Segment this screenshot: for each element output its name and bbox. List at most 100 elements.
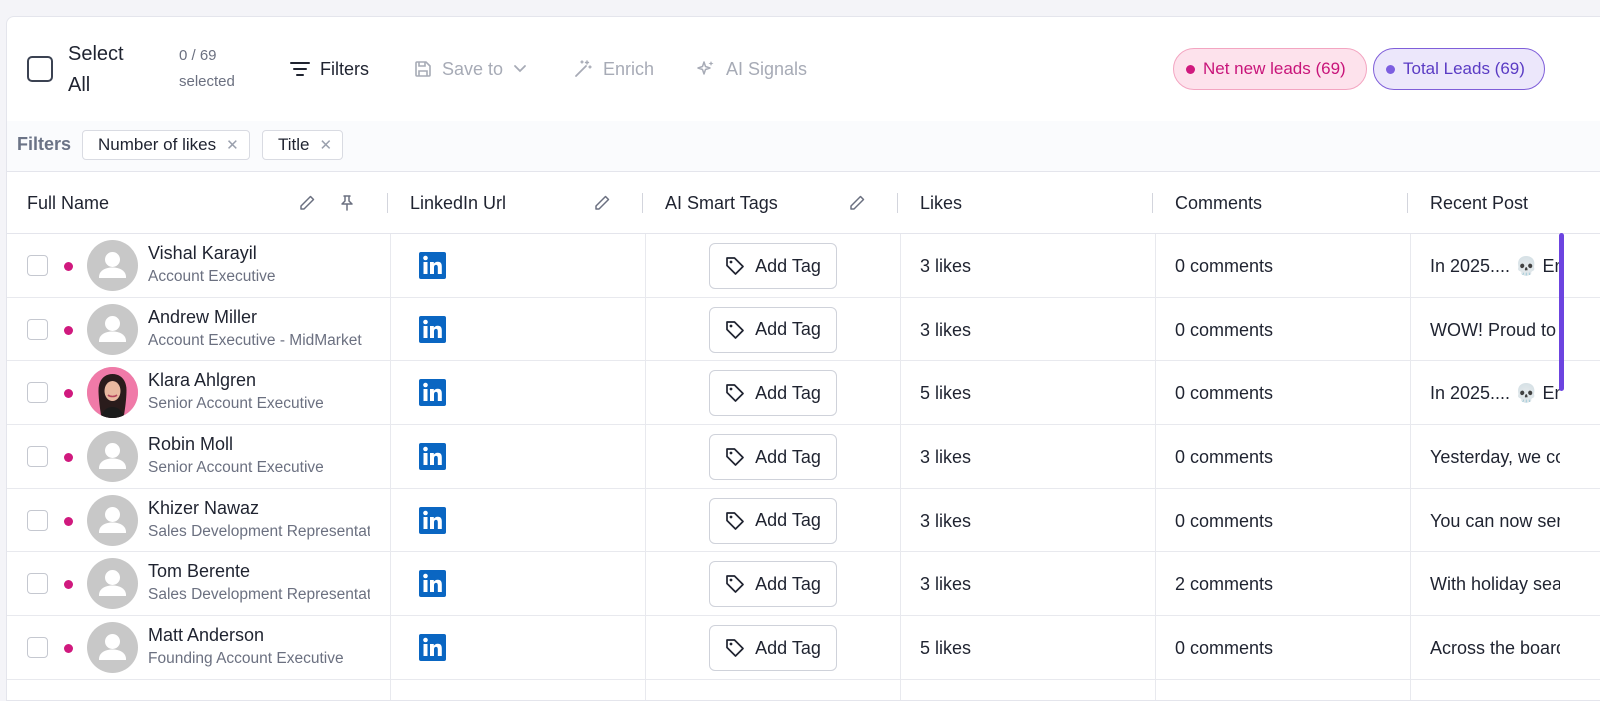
vertical-scrollbar[interactable] bbox=[1559, 233, 1564, 391]
add-tag-button[interactable]: Add Tag bbox=[709, 243, 837, 289]
pencil-icon[interactable] bbox=[298, 194, 316, 212]
table-row[interactable]: Vishal Karayil Account Executive Add Tag… bbox=[7, 234, 1600, 298]
add-tag-button[interactable]: Add Tag bbox=[709, 306, 837, 353]
avatar bbox=[87, 622, 138, 674]
linkedin-icon[interactable] bbox=[419, 634, 446, 662]
tag-icon bbox=[726, 511, 744, 530]
table-row[interactable]: Robin Moll Senior Account Executive Add … bbox=[7, 425, 1600, 489]
enrich-button[interactable]: Enrich bbox=[573, 55, 654, 83]
add-tag-button[interactable]: Add Tag bbox=[709, 370, 837, 417]
row-checkbox[interactable] bbox=[27, 573, 48, 595]
column-header-ai-smart-tags[interactable]: AI Smart Tags bbox=[665, 172, 778, 234]
net-new-indicator-dot bbox=[64, 262, 73, 271]
lead-name[interactable]: Robin Moll bbox=[148, 433, 233, 455]
recent-post-cell[interactable]: WOW! Proud to bbox=[1430, 318, 1560, 342]
column-separator[interactable] bbox=[1152, 193, 1153, 213]
filter-chip-title[interactable]: Title ✕ bbox=[262, 130, 344, 160]
avatar bbox=[87, 431, 138, 483]
add-tag-button[interactable]: Add Tag bbox=[709, 497, 837, 544]
lead-name[interactable]: Vishal Karayil bbox=[148, 242, 257, 264]
sparkles-icon bbox=[697, 61, 714, 75]
likes-cell: 3 likes bbox=[920, 447, 972, 468]
column-header-likes[interactable]: Likes bbox=[920, 172, 962, 234]
table-row[interactable]: Andrew Miller Account Executive - MidMar… bbox=[7, 298, 1600, 362]
select-all-checkbox[interactable] bbox=[27, 56, 53, 82]
linkedin-icon[interactable] bbox=[419, 252, 446, 279]
person-placeholder-icon bbox=[99, 634, 126, 661]
filters-button[interactable]: Filters bbox=[290, 55, 369, 83]
recent-post-cell[interactable]: In 2025.... 💀 Em bbox=[1430, 381, 1560, 405]
recent-post-cell[interactable]: Yesterday, we co bbox=[1430, 445, 1560, 469]
net-new-indicator-dot bbox=[64, 644, 73, 654]
avatar bbox=[87, 494, 138, 546]
column-separator[interactable] bbox=[897, 193, 898, 213]
column-separator[interactable] bbox=[642, 193, 643, 213]
filters-button-label: Filters bbox=[320, 59, 369, 79]
ai-signals-button[interactable]: AI Signals bbox=[696, 55, 807, 83]
column-separator[interactable] bbox=[1407, 193, 1408, 213]
lead-name[interactable]: Klara Ahlgren bbox=[148, 369, 256, 391]
add-tag-button[interactable]: Add Tag bbox=[709, 561, 837, 608]
row-checkbox[interactable] bbox=[27, 382, 48, 404]
pencil-icon[interactable] bbox=[593, 194, 611, 212]
lead-title: Sales Development Representative bbox=[148, 586, 370, 604]
row-checkbox[interactable] bbox=[27, 509, 48, 531]
total-leads-dot bbox=[1386, 64, 1395, 74]
table-row[interactable]: Tom Berente Sales Development Representa… bbox=[7, 552, 1600, 617]
lead-title: Account Executive - MidMarket bbox=[148, 331, 362, 349]
filter-chip-number-of-likes[interactable]: Number of likes ✕ bbox=[82, 130, 250, 160]
column-header-linkedin-url[interactable]: LinkedIn Url bbox=[410, 172, 506, 234]
recent-post-cell[interactable]: In 2025.... 💀 Em bbox=[1430, 254, 1560, 278]
recent-post-cell[interactable]: You can now sen bbox=[1430, 509, 1560, 533]
add-tag-label: Add Tag bbox=[755, 319, 821, 340]
table-row[interactable]: Matt Anderson Founding Account Executive… bbox=[7, 616, 1600, 680]
lead-title: Sales Development Representative bbox=[148, 522, 370, 540]
table-row[interactable]: Khizer Nawaz Sales Development Represent… bbox=[7, 489, 1600, 553]
column-header-comments[interactable]: Comments bbox=[1175, 172, 1262, 234]
add-tag-button[interactable]: Add Tag bbox=[709, 625, 837, 672]
tag-icon bbox=[726, 257, 744, 275]
row-checkbox[interactable] bbox=[27, 637, 48, 659]
avatar bbox=[87, 303, 138, 355]
close-icon[interactable]: ✕ bbox=[320, 136, 333, 154]
filter-chip-label: Number of likes bbox=[98, 135, 217, 154]
column-header-recent-post[interactable]: Recent Post bbox=[1430, 172, 1528, 234]
net-new-leads-pill[interactable]: Net new leads (69) bbox=[1173, 48, 1367, 90]
row-checkbox[interactable] bbox=[27, 446, 48, 468]
lead-name[interactable]: Andrew Miller bbox=[148, 306, 257, 328]
linkedin-icon[interactable] bbox=[419, 443, 446, 471]
column-header-full-name[interactable]: Full Name bbox=[27, 172, 109, 234]
lead-name[interactable]: Tom Berente bbox=[148, 560, 250, 582]
net-new-label: Net new leads (69) bbox=[1203, 59, 1346, 78]
recent-post-cell[interactable]: With holiday sea bbox=[1430, 572, 1560, 596]
chevron-down-icon bbox=[514, 65, 526, 73]
tag-icon bbox=[726, 639, 744, 657]
linkedin-icon[interactable] bbox=[419, 379, 446, 407]
linkedin-icon[interactable] bbox=[419, 315, 446, 343]
row-checkbox[interactable] bbox=[27, 318, 48, 340]
table-row[interactable]: Klara Ahlgren Senior Account Executive A… bbox=[7, 361, 1600, 426]
toolbar: Select All 0 / 69 selected Filters Save … bbox=[7, 17, 1600, 121]
linkedin-icon[interactable] bbox=[419, 570, 446, 598]
column-header-label: AI Smart Tags bbox=[665, 192, 778, 213]
linkedin-icon[interactable] bbox=[419, 506, 446, 534]
comments-cell: 0 comments bbox=[1175, 256, 1274, 276]
total-leads-pill[interactable]: Total Leads (69) bbox=[1373, 48, 1545, 90]
tag-icon bbox=[726, 384, 744, 403]
recent-post-cell[interactable]: Across the board bbox=[1430, 636, 1560, 660]
lead-name[interactable]: Khizer Nawaz bbox=[148, 497, 259, 519]
net-new-dot bbox=[1186, 64, 1195, 74]
pin-icon[interactable] bbox=[338, 194, 356, 212]
select-all-label[interactable]: Select All bbox=[68, 39, 148, 101]
person-placeholder-icon bbox=[99, 252, 126, 278]
close-icon[interactable]: ✕ bbox=[226, 136, 239, 154]
table-body: Vishal Karayil Account Executive Add Tag… bbox=[7, 234, 1600, 680]
row-checkbox[interactable] bbox=[27, 255, 48, 276]
add-tag-button[interactable]: Add Tag bbox=[709, 434, 837, 481]
save-to-button[interactable]: Save to bbox=[414, 55, 527, 83]
column-header-label: LinkedIn Url bbox=[410, 192, 507, 213]
ai-signals-label: AI Signals bbox=[726, 59, 808, 79]
lead-name[interactable]: Matt Anderson bbox=[148, 624, 264, 646]
column-separator[interactable] bbox=[387, 193, 388, 213]
pencil-icon[interactable] bbox=[848, 194, 866, 212]
